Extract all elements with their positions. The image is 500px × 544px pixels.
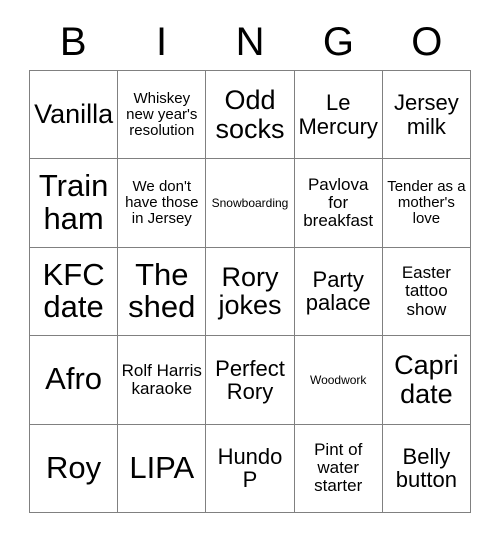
bingo-header-letter-n: N [235, 20, 265, 64]
bingo-cell-label: LIPA [129, 449, 195, 485]
bingo-cell-r1c1[interactable]: Vanilla [30, 71, 119, 160]
bingo-grid: Vanilla Whiskey new year's resolution Od… [29, 70, 471, 513]
bingo-cell-r2c4[interactable]: Pavlova for breakfast [294, 159, 383, 248]
bingo-cell-r4c3[interactable]: Perfect Rory [206, 336, 295, 425]
bingo-cell-r2c2[interactable]: We don't have those in Jersey [118, 159, 207, 248]
bingo-cell-r4c5[interactable]: Capri date [382, 336, 471, 425]
bingo-cell-r5c4[interactable]: Pint of water starter [294, 424, 383, 513]
bingo-cell-r1c5[interactable]: Jersey milk [382, 71, 471, 160]
bingo-cell-r1c2[interactable]: Whiskey new year's resolution [118, 71, 207, 160]
bingo-cell-r5c2[interactable]: LIPA [118, 424, 207, 513]
bingo-cell-r4c2[interactable]: Rolf Harris karaoke [118, 336, 207, 425]
bingo-cell-r2c3[interactable]: Snowboarding [206, 159, 295, 248]
bingo-cell-label: The shed [128, 256, 196, 325]
bingo-cell-label: Party palace [305, 267, 371, 316]
bingo-cell-label: Whiskey new year's resolution [126, 89, 198, 139]
bingo-cell-label: Perfect Rory [215, 355, 285, 404]
bingo-cell-label: Afro [45, 361, 103, 397]
bingo-cell-label: Rory jokes [218, 261, 282, 321]
bingo-cell-label: Roy [46, 449, 102, 485]
bingo-cell-label: Rolf Harris karaoke [121, 360, 202, 398]
bingo-cell-label: Easter tattoo show [401, 263, 451, 319]
bingo-cell-label: Tender as a mother's love [387, 178, 466, 228]
bingo-cell-r3c1[interactable]: KFC date [30, 247, 119, 337]
bingo-cell-r5c5[interactable]: Belly button [382, 424, 471, 513]
bingo-cell-r5c1[interactable]: Roy [30, 424, 119, 513]
bingo-cell-label: Le Mercury [298, 90, 378, 139]
bingo-cell-label: Belly button [395, 443, 457, 493]
bingo-header-letter-o: O [411, 20, 443, 64]
bingo-cell-r1c4[interactable]: Le Mercury [294, 71, 383, 160]
bingo-cell-r3c2[interactable]: The shed [118, 247, 207, 337]
bingo-header: B I N G O [29, 14, 471, 70]
bingo-cell-label: Jersey milk [393, 90, 459, 139]
bingo-cell-r4c4[interactable]: Woodwork [294, 336, 383, 425]
bingo-cell-r3c3[interactable]: Rory jokes [206, 247, 295, 337]
bingo-cell-r1c3[interactable]: Odd socks [206, 71, 295, 160]
bingo-cell-label: Pint of water starter [314, 440, 363, 496]
bingo-cell-r2c1[interactable]: Train ham [30, 159, 119, 248]
bingo-cell-label: Hundo P [217, 443, 283, 493]
bingo-header-letter-i: I [156, 20, 168, 64]
bingo-cell-r3c4[interactable]: Party palace [294, 247, 383, 337]
bingo-cell-r2c5[interactable]: Tender as a mother's love [382, 159, 471, 248]
bingo-cell-label: Pavlova for breakfast [303, 175, 374, 231]
bingo-cell-label: We don't have those in Jersey [125, 178, 199, 228]
bingo-cell-r3c5[interactable]: Easter tattoo show [382, 247, 471, 337]
bingo-cell-label: Snowboarding [211, 195, 289, 210]
bingo-cell-label: Odd socks [215, 85, 285, 144]
bingo-cell-label: Vanilla [34, 99, 114, 130]
bingo-cell-label: Capri date [394, 350, 459, 409]
bingo-cell-r5c3[interactable]: Hundo P [206, 424, 295, 513]
bingo-header-letter-b: B [59, 20, 87, 64]
bingo-card: B I N G O Vanilla Whiskey new year's res… [0, 0, 500, 544]
bingo-cell-label: Train ham [38, 168, 109, 237]
bingo-cell-r4c1[interactable]: Afro [30, 336, 119, 425]
bingo-cell-label: Woodwork [309, 372, 367, 387]
bingo-cell-label: KFC date [42, 256, 105, 325]
bingo-header-letter-g: G [322, 20, 354, 64]
